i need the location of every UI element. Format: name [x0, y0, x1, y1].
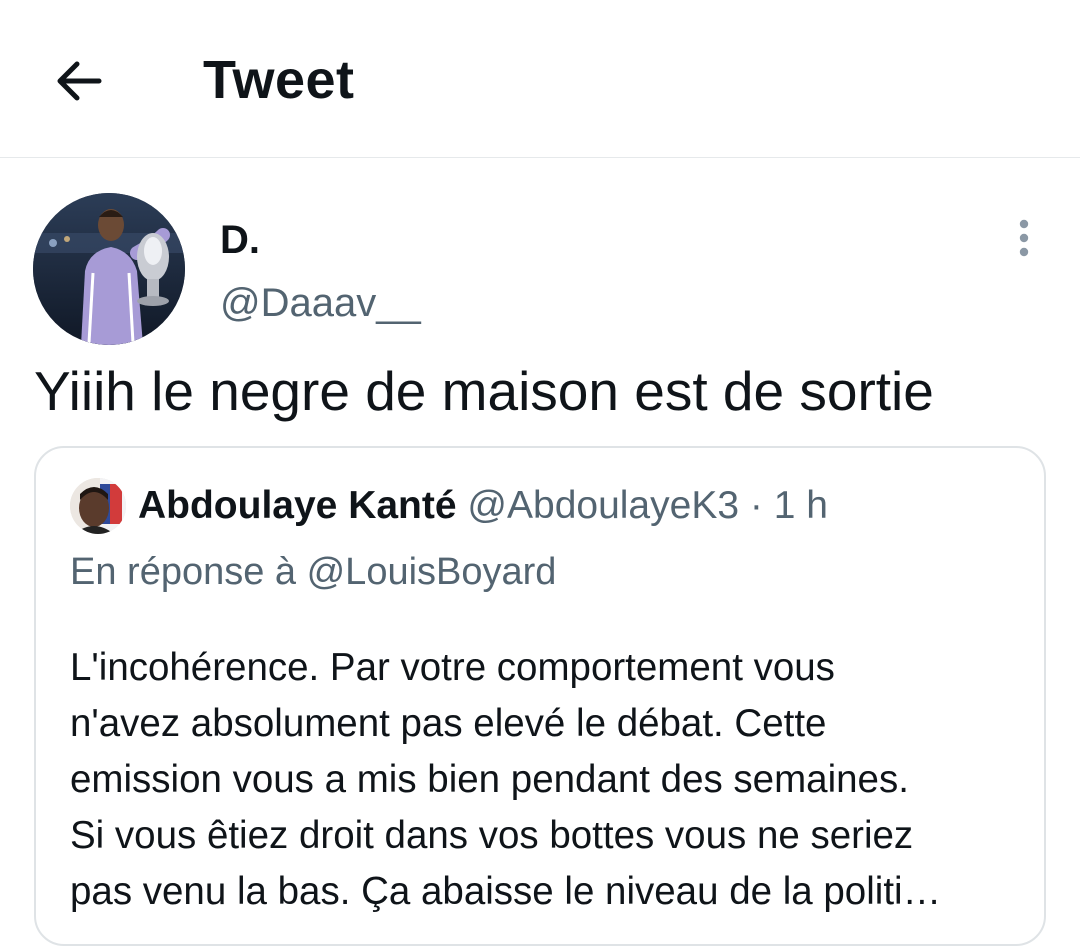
more-options-button[interactable] — [1004, 216, 1044, 260]
separator-dot: · — [749, 484, 763, 527]
quoted-avatar-photo — [70, 478, 126, 534]
quoted-tweet-time[interactable]: 1 h — [774, 484, 828, 527]
avatar-photo — [33, 193, 185, 345]
quoted-text-line: n'avez absolument pas elevé le débat. Ce… — [70, 702, 827, 745]
author-display-name[interactable]: D. — [220, 218, 260, 262]
tweet-text: Yiiih le negre de maison est de sortie — [34, 360, 934, 422]
author-avatar[interactable] — [33, 193, 185, 345]
quoted-text-line: emission vous a mis bien pendant des sem… — [70, 758, 909, 801]
author-handle[interactable]: @Daaav__ — [220, 280, 421, 326]
quoted-tweet-header: Abdoulaye Kanté @AbdoulayeK3 · 1 h — [138, 482, 828, 530]
quoted-tweet-text: L'incohérence. Par votre comportement vo… — [70, 640, 1020, 920]
page-title: Tweet — [203, 50, 355, 110]
quoted-author-handle[interactable]: @AbdoulayeK3 — [467, 484, 739, 527]
back-button[interactable] — [48, 50, 110, 112]
quoted-tweet-card[interactable]: Abdoulaye Kanté @AbdoulayeK3 · 1 h En ré… — [34, 446, 1046, 946]
vertical-ellipsis-icon — [1019, 219, 1029, 257]
quoted-text-line: pas venu la bas. Ça abaisse le niveau de… — [70, 870, 942, 913]
quoted-text-line: Si vous êtiez droit dans vos bottes vous… — [70, 814, 914, 857]
reply-context: En réponse à @LouisBoyard — [70, 551, 557, 593]
quoted-author-name[interactable]: Abdoulaye Kanté — [138, 484, 457, 527]
top-bar: Tweet — [0, 0, 1080, 158]
arrow-left-icon — [57, 61, 102, 101]
quoted-author-avatar[interactable] — [70, 478, 126, 534]
quoted-text-line: L'incohérence. Par votre comportement vo… — [70, 646, 835, 689]
